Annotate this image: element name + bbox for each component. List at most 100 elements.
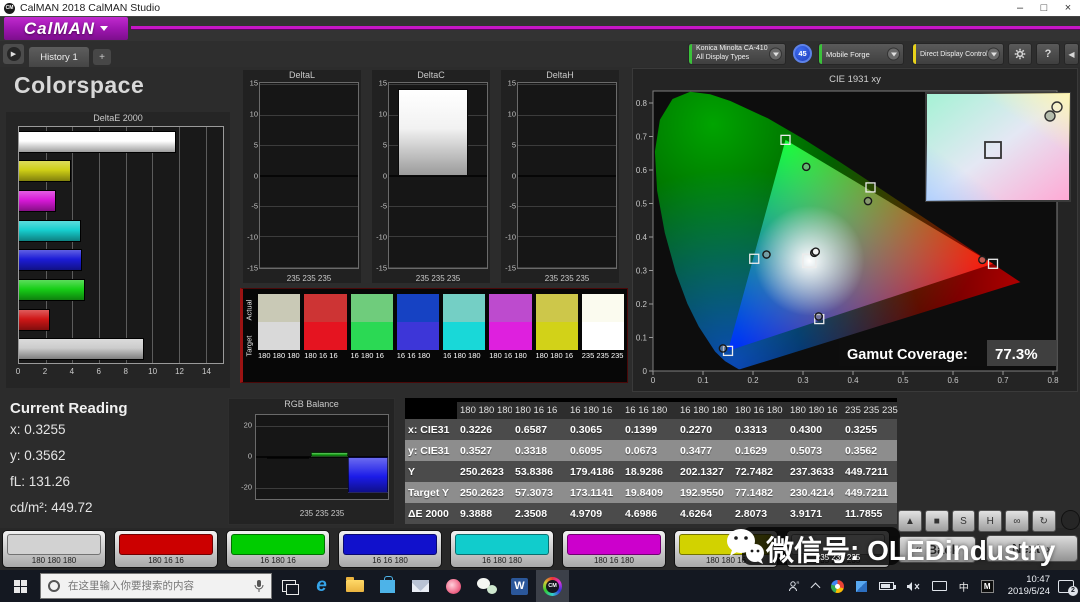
display-control-dropdown[interactable]: Direct Display Control xyxy=(912,43,1004,65)
task-view-button[interactable] xyxy=(272,570,305,602)
ime-button[interactable]: 中 xyxy=(953,570,975,602)
swatch-label: 235 235 235 xyxy=(582,352,624,361)
x-tick-label: 10 xyxy=(148,367,157,376)
svg-text:0.6: 0.6 xyxy=(636,166,648,175)
swatch-label: 16 180 180 xyxy=(443,352,485,361)
x-tick-label: 8 xyxy=(123,367,127,376)
current-reading: Current Reading x: 0.3255y: 0.3562fL: 13… xyxy=(10,400,128,521)
patch-button-180-180-180[interactable]: 180 180 180 xyxy=(2,530,106,568)
patch-button-180-16-16[interactable]: 180 16 16 xyxy=(114,530,218,568)
actual-swatch xyxy=(397,294,439,322)
chevron-down-icon[interactable] xyxy=(887,48,900,61)
patch-button-180-180-16[interactable]: 180 180 16 xyxy=(674,530,778,568)
table-cell: 19.8409 xyxy=(622,482,677,503)
bar-180-16-16 xyxy=(19,309,50,331)
photos-icon xyxy=(446,579,461,594)
m-app-tray-button[interactable]: M xyxy=(975,570,1000,602)
delta_l-panel: DeltaL151050-5-10-15235 235 235 xyxy=(243,70,361,283)
chevron-down-icon[interactable] xyxy=(987,48,1000,61)
target-swatch xyxy=(258,322,300,350)
collapse-panel-button[interactable]: ◀ xyxy=(1064,43,1079,65)
windows-taskbar: e W CM R xyxy=(0,570,1080,602)
svg-text:0.8: 0.8 xyxy=(1047,376,1059,385)
nav-tool-button[interactable]: ∞ xyxy=(1005,510,1029,532)
patch-label-white: 235 235 235 xyxy=(790,553,886,562)
nav-tool-button[interactable]: ▲ xyxy=(898,510,922,532)
patch-label: 16 180 180 xyxy=(451,556,553,565)
svg-text:0.1: 0.1 xyxy=(636,334,648,343)
close-button[interactable]: × xyxy=(1056,2,1080,14)
calman-taskbar-button[interactable]: CM xyxy=(536,570,569,602)
y-tick-label: -5 xyxy=(251,202,258,211)
patch-color xyxy=(343,534,437,555)
next-button[interactable]: Next » xyxy=(986,535,1078,562)
battery-tray-button[interactable] xyxy=(873,570,900,602)
ime-label: 中 xyxy=(959,579,969,594)
action-center-button[interactable]: 2 xyxy=(1058,580,1074,593)
y-tick-label: -15 xyxy=(505,263,516,272)
people-tray-button[interactable]: R xyxy=(782,570,806,602)
volume-tray-button[interactable] xyxy=(900,570,926,602)
minimize-button[interactable]: – xyxy=(1008,2,1032,14)
mail-button[interactable] xyxy=(404,570,437,602)
y-tick-label: 5 xyxy=(512,140,516,149)
chevron-down-icon[interactable] xyxy=(769,48,782,61)
svg-text:0: 0 xyxy=(643,367,648,376)
main-content: Colorspace DeltaE 2000 02468101214 Delta… xyxy=(0,67,1080,528)
table-cell: 0.2270 xyxy=(677,419,732,440)
patch-button-16-16-180[interactable]: 16 16 180 xyxy=(338,530,442,568)
edge-taskbar-button[interactable]: e xyxy=(305,570,338,602)
meter-dropdown[interactable]: Konica Minolta CA-410 All Display Types xyxy=(688,43,786,65)
store-button[interactable] xyxy=(371,570,404,602)
patch-button-16-180-180[interactable]: 16 180 180 xyxy=(450,530,554,568)
chart-plot xyxy=(259,82,359,269)
y-tick-label: -20 xyxy=(232,483,252,492)
actual-swatch xyxy=(258,294,300,322)
table-cell: 0.0673 xyxy=(622,440,677,461)
maximize-button[interactable]: □ xyxy=(1032,2,1056,14)
tab-history-1[interactable]: History 1 xyxy=(29,47,89,67)
calman-logo-menu[interactable]: CalMAN xyxy=(4,17,128,40)
mail-icon xyxy=(412,580,429,592)
settings-button[interactable] xyxy=(1008,43,1032,65)
tray-expand-button[interactable] xyxy=(806,570,825,602)
gridline xyxy=(389,236,487,237)
add-tab-button[interactable]: + xyxy=(93,49,111,65)
source-dropdown[interactable]: Mobile Forge xyxy=(818,43,904,65)
nav-tool-button[interactable]: ↻ xyxy=(1032,510,1056,532)
current-reading-heading: Current Reading xyxy=(10,400,128,417)
wechat-button[interactable] xyxy=(470,570,503,602)
nav-tool-button[interactable]: H xyxy=(978,510,1002,532)
word-button[interactable]: W xyxy=(503,570,536,602)
m-icon: M xyxy=(981,580,994,593)
svg-text:0.8: 0.8 xyxy=(636,99,648,108)
x-tick-label: 0 xyxy=(16,367,20,376)
back-button[interactable]: « Back xyxy=(898,536,976,563)
swatch-180-180-16: 180 180 16 xyxy=(536,294,578,361)
history-menu-button[interactable]: ▶ xyxy=(3,44,24,64)
search-input[interactable] xyxy=(66,579,248,593)
task-view-icon xyxy=(282,580,296,592)
touch-keyboard-button[interactable] xyxy=(926,570,953,602)
start-button[interactable] xyxy=(0,570,40,602)
patch-button-180-16-180[interactable]: 180 16 180 xyxy=(562,530,666,568)
chrome-tray-button[interactable] xyxy=(825,570,850,602)
taskbar-search[interactable] xyxy=(40,573,272,599)
column-header: 16 180 180 xyxy=(677,402,732,419)
y-tick-label: 5 xyxy=(254,140,258,149)
table-cell: 0.1399 xyxy=(622,419,677,440)
onedrive-tray-button[interactable] xyxy=(850,570,873,602)
patch-label: 16 180 16 xyxy=(227,556,329,565)
file-explorer-button[interactable] xyxy=(338,570,371,602)
nav-tool-button[interactable]: ■ xyxy=(925,510,949,532)
taskbar-clock[interactable]: 10:47 2019/5/24 xyxy=(1000,574,1058,598)
gridline xyxy=(206,127,207,363)
patch-button-235-235-235[interactable]: 235 235 235 xyxy=(786,530,890,568)
help-button[interactable]: ? xyxy=(1036,43,1060,65)
photos-button[interactable] xyxy=(437,570,470,602)
nav-tool-button[interactable]: S xyxy=(952,510,976,532)
swatch-235-235-235: 235 235 235 xyxy=(582,294,624,361)
patch-color xyxy=(7,534,101,555)
patch-color xyxy=(679,534,773,555)
patch-button-16-180-16[interactable]: 16 180 16 xyxy=(226,530,330,568)
